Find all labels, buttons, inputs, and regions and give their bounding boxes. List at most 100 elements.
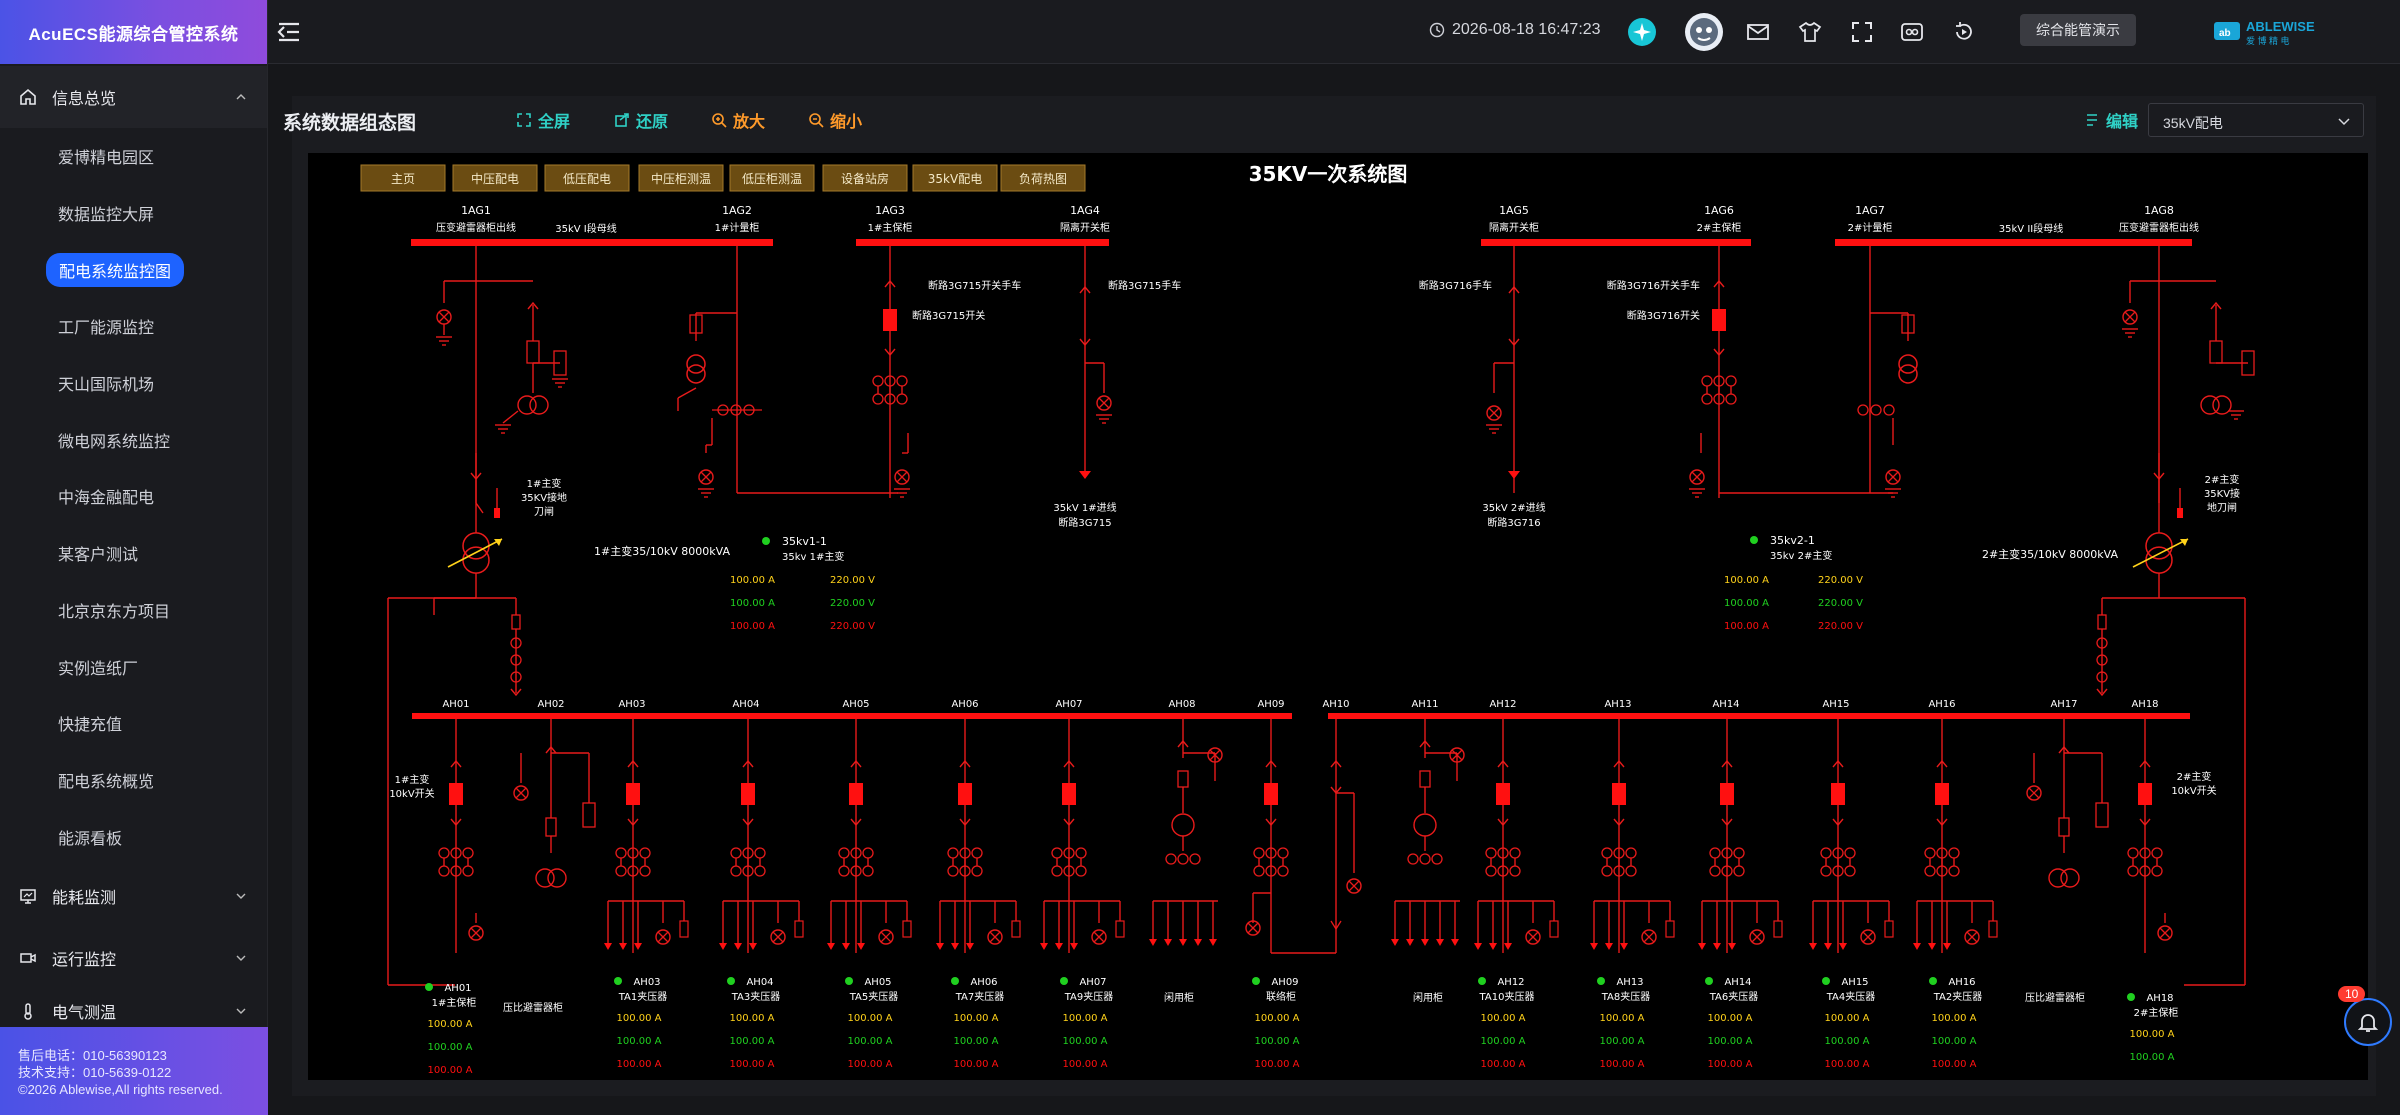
breaker-symbol [883,309,897,331]
fuse-lamp-symbol [1751,931,1763,943]
feeder-current: 100.00 A [427,1019,472,1030]
fuse-lamp-symbol [896,471,908,483]
arrow-down [1590,943,1598,950]
arrow-down [1436,939,1444,946]
feeder-id: AH02 [537,699,564,710]
fuse-symbol [545,817,557,837]
sidebar-item[interactable]: 天山国际机场 [0,355,267,412]
meter-current: 100.00 A [1724,575,1769,586]
ct-symbol [438,865,450,877]
breaker-symbol [958,783,972,805]
arrow-down [827,943,835,950]
sidebar: AcuECS能源综合管控系统 信息总览 爱博精电园区 数据监控大屏 配电系统监控图工… [0,0,268,1115]
support-phone: 售后电话：010-56390123 [18,1048,167,1063]
sidebar-item[interactable]: 数据监控大屏 [0,185,267,242]
restore-label: 还原 [636,114,669,131]
feeder-bottom-id: AH13 [1616,977,1643,988]
tap-arrow [447,538,503,568]
sidebar-item[interactable]: 微电网系统监控 [0,411,267,468]
menu-group-ops[interactable]: 运行监控 [0,927,267,989]
bus-10kv-1 [412,713,1292,719]
sidebar-item-label: 北京京东方项目 [58,603,171,621]
sidebar-item[interactable]: 配电系统监控图 [0,241,267,298]
meter-current: 100.00 A [730,621,775,632]
fullscreen-button[interactable]: 全屏 [516,108,570,132]
nav-tab-label: 主页 [391,172,415,186]
bus-10kv-2 [1328,713,2190,719]
avatar[interactable] [1684,12,1724,52]
status-dot [762,537,770,545]
home-icon [18,87,38,107]
ct-symbol [896,375,908,387]
feeder-id: AH17 [2050,699,2077,710]
ct-symbol [1075,847,1087,859]
incoming-label: 35kV 2#进线 [1482,501,1545,514]
nav-tab-label: 低压配电 [563,172,611,186]
status-dot [2127,993,2135,1001]
breaker-symbol [2138,783,2152,805]
ct-symbol [1075,865,1087,877]
cabinet-id: 1AG3 [875,204,905,217]
page-title: 系统数据组态图 [283,113,417,134]
feeder-current: 100.00 A [953,1013,998,1024]
collapse-menu-icon[interactable] [272,16,304,48]
sidebar-item[interactable]: 配电系统概览 [0,752,267,809]
demo-switch-button[interactable]: 综合能管演示 [2020,14,2136,46]
fuse-lamp-symbol [1643,931,1655,943]
transformer-symbol [462,546,490,574]
incoming-label: 断路3G715 [1058,516,1111,529]
fuse-symbol [902,920,912,938]
label: 断路3G715开关手车 [928,279,1021,292]
sidebar-item-label: 中海金融配电 [58,490,155,508]
zoom-out-button[interactable]: 缩小 [808,108,862,132]
sidebar-item-label: 能源看板 [58,830,123,848]
arrow-down [1713,943,1721,950]
svg-text:ab: ab [2219,28,2231,39]
notification-button[interactable]: 10 [2338,986,2392,1046]
sidebar-item[interactable]: 快捷充值 [0,695,267,752]
sidebar-item[interactable]: 北京京东方项目 [0,582,267,639]
video-record-icon[interactable] [1896,16,1928,48]
feeder-current: 100.00 A [847,1013,892,1024]
ct-symbol [1820,847,1832,859]
ai-assistant-icon[interactable] [1626,16,1658,48]
menu-group-info[interactable]: 信息总览 [0,66,267,128]
transformer-symbol [2145,546,2173,574]
chevron-down-icon [2337,114,2351,131]
sidebar-item-label: 微电网系统监控 [58,433,171,451]
sidebar-item[interactable]: 某客户测试 [0,525,267,582]
feeder-current: 100.00 A [1824,1059,1869,1070]
arrow-down [1824,943,1832,950]
breaker-symbol [1062,783,1076,805]
menu-group-energy[interactable]: 能耗监测 [0,865,267,927]
sidebar-item[interactable]: 中海金融配电 [0,468,267,525]
status-dot [1822,977,1830,985]
feeder-current: 100.00 A [729,1013,774,1024]
sidebar-item[interactable]: 工厂能源监控 [0,298,267,355]
zoom-in-button[interactable]: 放大 [711,108,765,132]
theme-shirt-icon[interactable] [1794,16,1826,48]
sidebar-item[interactable]: 能源看板 [0,808,267,865]
fullscreen-icon[interactable] [1846,16,1878,48]
notification-badge: 10 [2338,986,2366,1002]
feeder-id: AH13 [1604,699,1631,710]
status-dot [951,977,959,985]
fuse-symbol [1011,920,1021,938]
feeder-current: 100.00 A [616,1036,661,1047]
sidebar-item[interactable]: 实例造纸厂 [0,638,267,695]
nav-tab-label: 中压柜测温 [651,171,711,186]
wire [502,410,519,424]
fuse-symbol [2209,340,2223,364]
ct-symbol [1277,865,1289,877]
mail-icon[interactable] [1742,16,1774,48]
sidebar-item[interactable]: 爱博精电园区 [0,128,267,185]
ct-symbol [947,865,959,877]
feeder-bottom-name: TA8夹压器 [1601,990,1651,1003]
arrow-down [1605,943,1613,950]
edit-button[interactable]: 编辑 [2084,108,2138,132]
diagram-select[interactable]: 35kV配电 [2148,103,2364,137]
replay-icon[interactable] [1948,16,1980,48]
transformer-symbol [462,532,490,560]
ct-symbol [615,847,627,859]
restore-button[interactable]: 还原 [614,108,668,132]
